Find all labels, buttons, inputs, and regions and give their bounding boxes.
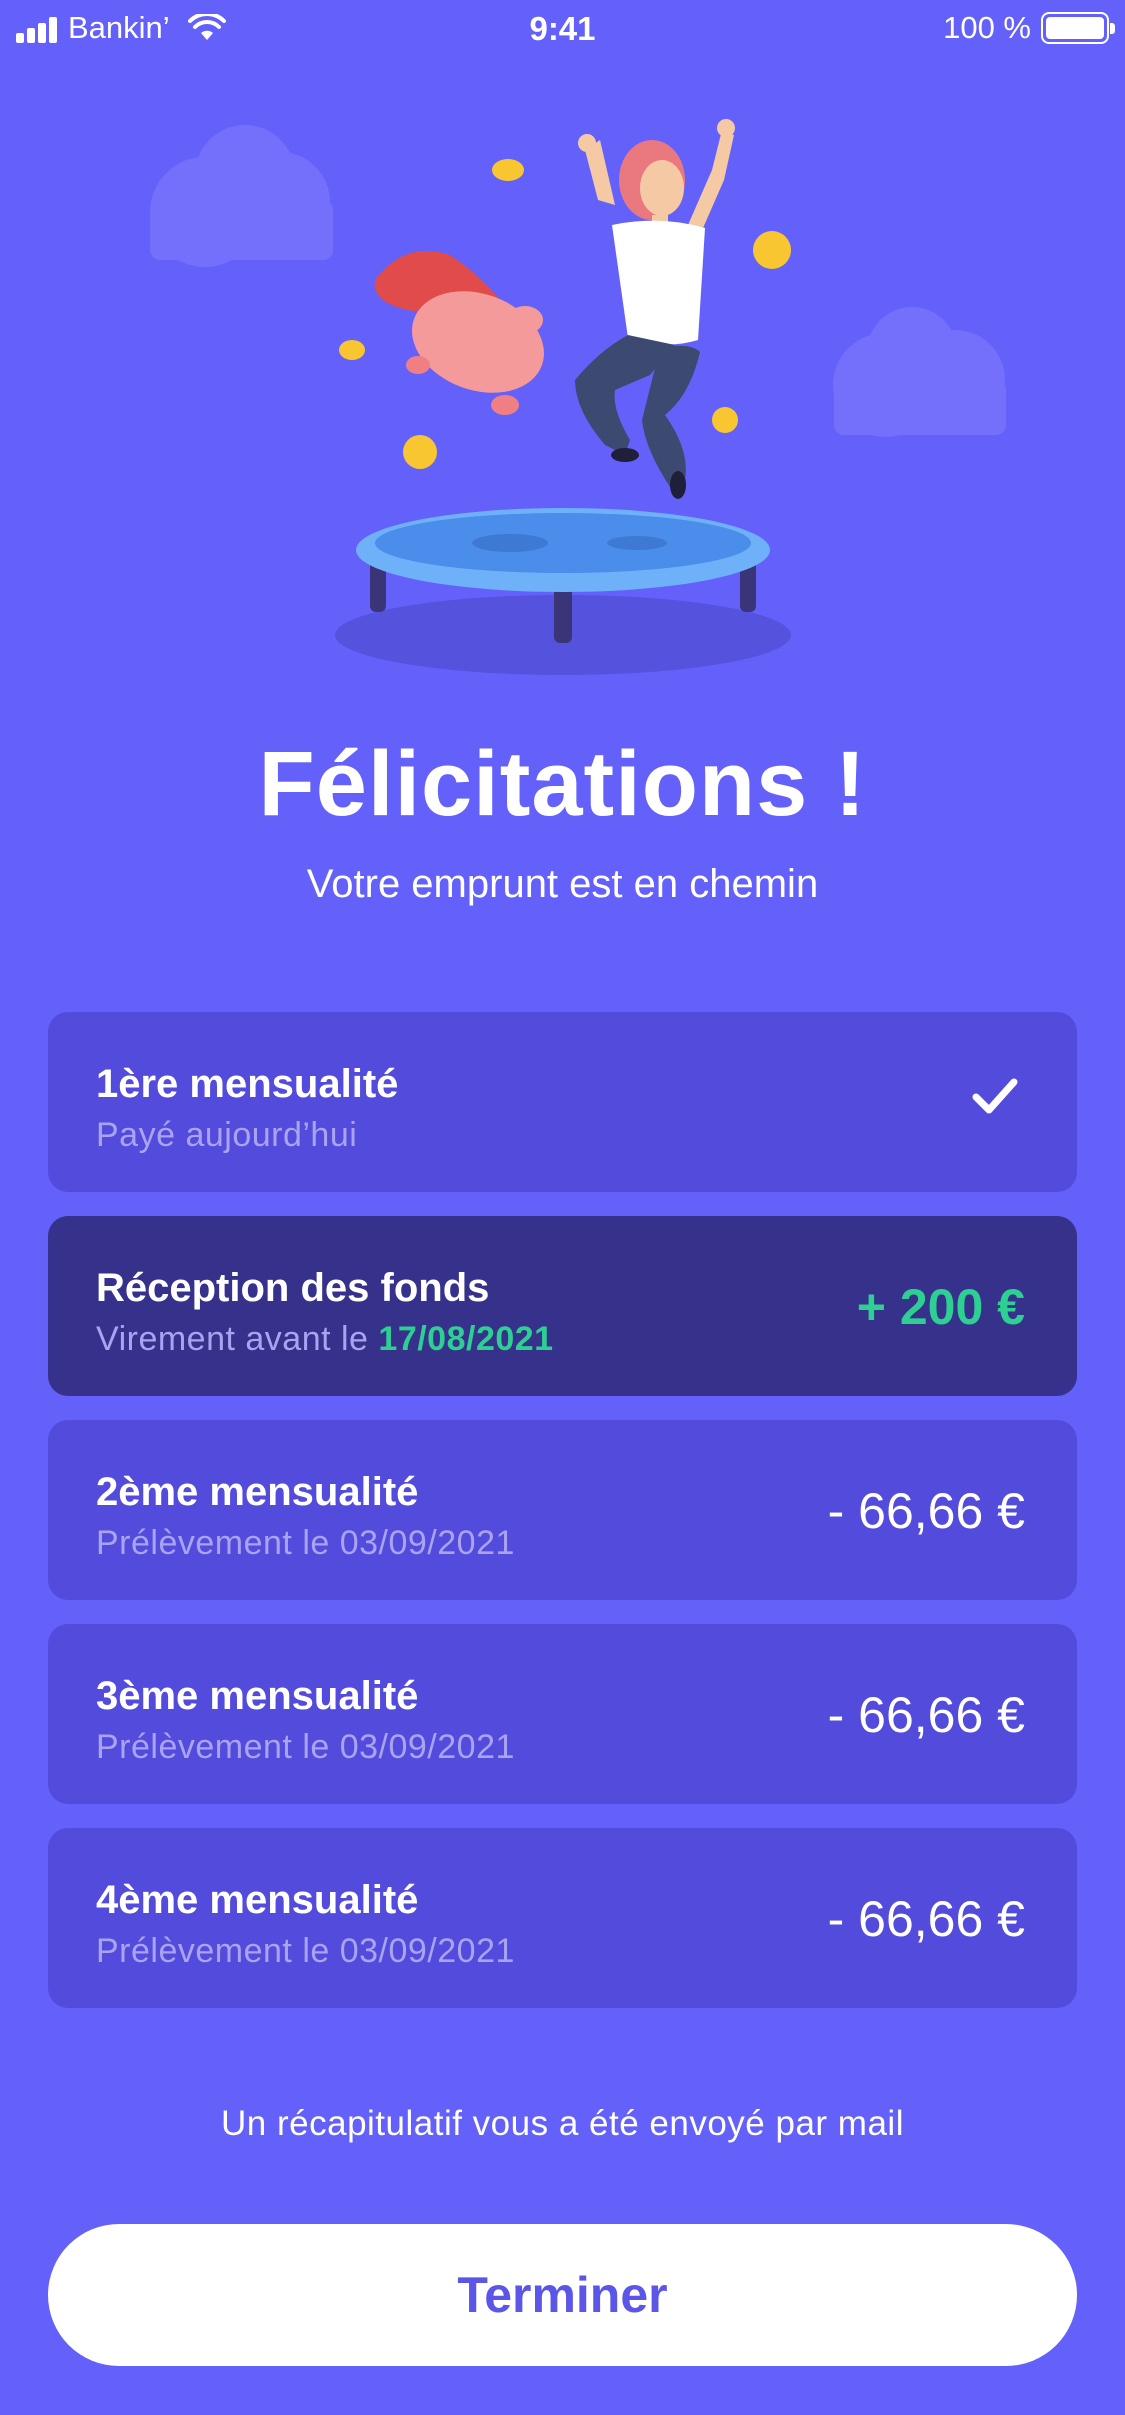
card-title: 4ème mensualité: [96, 1878, 419, 1922]
status-right: 100 %: [943, 10, 1115, 46]
loan-confirmation-screen: Bankin’ 9:41 100 % Félicitations ! Votre…: [0, 0, 1125, 2415]
card-title: 3ème mensualité: [96, 1674, 419, 1718]
debit-amount: - 66,66 €: [827, 1483, 1025, 1539]
transfer-label: Virement avant le: [96, 1320, 379, 1358]
installment-card-2: 2ème mensualité Prélèvement le 03/09/202…: [48, 1420, 1077, 1600]
piggy-bank-icon: [374, 250, 544, 415]
cloud-right-icon: [833, 307, 1006, 437]
card-subtitle: Prélèvement le 03/09/2021: [96, 1524, 515, 1562]
card-subtitle: Payé aujourd’hui: [96, 1116, 358, 1154]
card-title: 2ème mensualité: [96, 1470, 419, 1514]
card-subtitle: Prélèvement le 03/09/2021: [96, 1932, 515, 1970]
debit-amount: - 66,66 €: [827, 1891, 1025, 1947]
credit-amount: + 200 €: [856, 1279, 1025, 1335]
cloud-left-icon: [150, 125, 333, 267]
card-title: Réception des fonds: [96, 1266, 490, 1310]
funds-reception-card: Réception des fonds Virement avant le 17…: [48, 1216, 1077, 1396]
jumping-woman-icon: [575, 119, 735, 499]
celebration-trampoline-illustration: [150, 119, 1006, 675]
installment-card-4: 4ème mensualité Prélèvement le 03/09/202…: [48, 1828, 1077, 2008]
finish-button[interactable]: Terminer: [48, 2224, 1077, 2366]
check-icon: [972, 1078, 1018, 1114]
page-title: Félicitations !: [258, 733, 867, 835]
battery-percentage: 100 %: [943, 10, 1031, 45]
installment-card-1: 1ère mensualité Payé aujourd’hui: [48, 1012, 1077, 1192]
transfer-date: 17/08/2021: [378, 1320, 554, 1358]
card-subtitle: Virement avant le 17/08/2021: [96, 1320, 554, 1359]
debit-amount: - 66,66 €: [827, 1687, 1025, 1743]
battery-icon: [1041, 12, 1115, 44]
card-subtitle: Prélèvement le 03/09/2021: [96, 1728, 515, 1766]
installment-card-3: 3ème mensualité Prélèvement le 03/09/202…: [48, 1624, 1077, 1804]
email-summary-note: Un récapitulatif vous a été envoyé par m…: [221, 2104, 904, 2143]
page-subtitle: Votre emprunt est en chemin: [306, 862, 819, 906]
card-title: 1ère mensualité: [96, 1062, 399, 1106]
status-bar: Bankin’ 9:41 100 %: [0, 0, 1125, 60]
